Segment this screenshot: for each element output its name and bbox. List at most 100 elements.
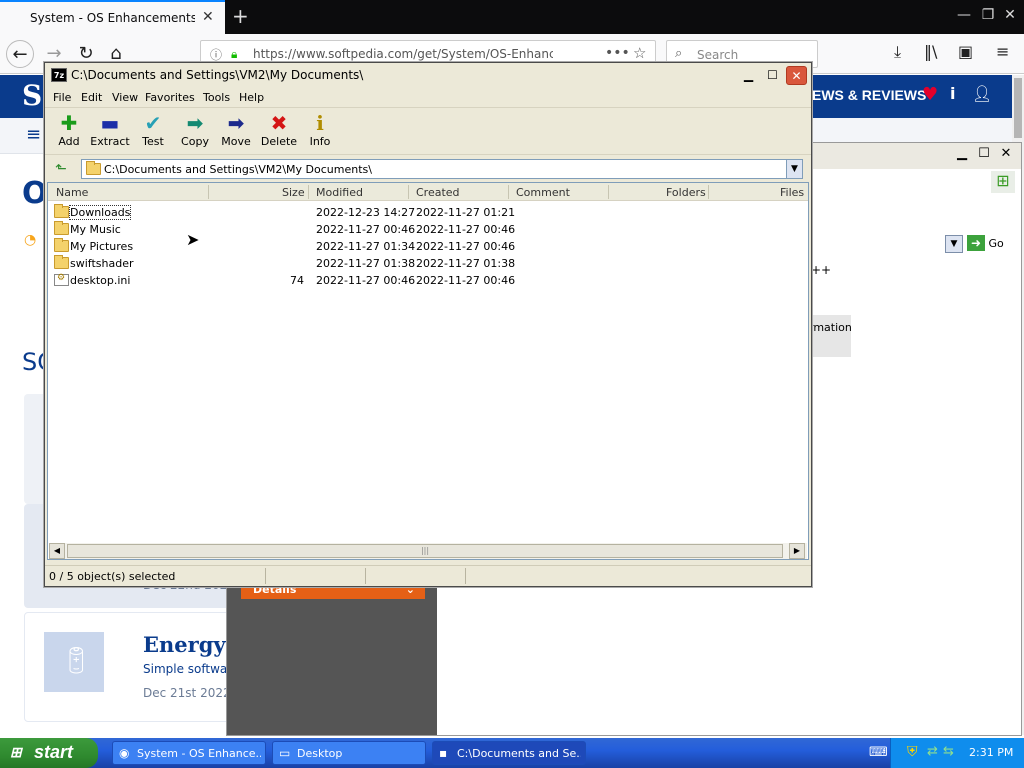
user-icon[interactable]: 👤︎ <box>972 84 992 103</box>
page-actions-icon[interactable]: ••• <box>605 45 630 61</box>
column-files[interactable]: Files <box>780 186 804 199</box>
folder-icon <box>54 204 69 218</box>
card-title[interactable]: Energy S <box>143 632 227 657</box>
browser-tab-title: System - OS Enhancements Downl <box>30 11 195 25</box>
horizontal-scrollbar[interactable]: ◀ ||| ▶ <box>49 543 807 559</box>
keyboard-icon[interactable]: ⌨ <box>869 745 888 760</box>
go-button[interactable]: ➜ Go <box>967 235 1019 253</box>
downloads-icon[interactable]: ⤓ <box>894 42 901 62</box>
taskbar-item-7zip[interactable]: ▪ C:\Documents and Se... <box>432 741 586 765</box>
maximize-icon[interactable]: ☐ <box>973 146 995 161</box>
status-text: 0 / 5 object(s) selected <box>49 570 176 583</box>
go-label: Go <box>988 237 1004 250</box>
hamburger-menu-icon[interactable]: ≡ <box>26 124 41 145</box>
extract-button[interactable]: ▬ Extract <box>90 111 130 153</box>
browser-restore-button[interactable]: ❐ <box>978 7 998 23</box>
column-divider[interactable] <box>708 185 709 199</box>
column-size[interactable]: Size <box>282 186 305 199</box>
menu-edit[interactable]: Edit <box>81 91 102 104</box>
list-item-my-pictures[interactable]: My Pictures 2022-11-27 01:34 2022-11-27 … <box>48 238 808 255</box>
column-created[interactable]: Created <box>416 186 460 199</box>
browser-close-button[interactable]: ✕ <box>1000 7 1020 23</box>
add-label: Add <box>58 135 80 148</box>
add-button[interactable]: ✚ Add <box>49 111 89 153</box>
address-combo[interactable]: C:\Documents and Settings\VM2\My Documen… <box>81 159 803 179</box>
column-divider[interactable] <box>308 185 309 199</box>
chevron-down-icon[interactable]: ▼ <box>945 235 963 253</box>
item-created: 2022-11-27 01:21 <box>416 206 516 219</box>
taskbar-item-firefox[interactable]: ◉ System - OS Enhance... <box>112 741 266 765</box>
close-icon[interactable]: ✕ <box>995 146 1017 161</box>
7zip-file-manager-window[interactable]: 7z C:\Documents and Settings\VM2\My Docu… <box>44 62 812 587</box>
info-button[interactable]: ⅰ Info <box>300 111 340 153</box>
menu-file[interactable]: File <box>53 91 71 104</box>
delete-button[interactable]: ✖ Delete <box>259 111 299 153</box>
column-divider[interactable] <box>508 185 509 199</box>
page-scrollbar-thumb[interactable] <box>1014 78 1022 138</box>
security-shield-icon[interactable]: ⛨ <box>907 744 918 760</box>
menu-help[interactable]: Help <box>239 91 264 104</box>
menu-icon[interactable]: ≡ <box>996 42 1009 61</box>
windows-flag-icon: ⊞ <box>10 744 22 760</box>
copy-button[interactable]: ➡ Copy <box>175 111 215 153</box>
menu-tools[interactable]: Tools <box>203 91 230 104</box>
folder-icon <box>54 221 69 235</box>
info-icon[interactable]: ⓘ <box>210 46 222 63</box>
news-reviews-link[interactable]: EWS & REVIEWS <box>812 87 926 103</box>
scroll-right-icon[interactable]: ▶ <box>789 543 805 559</box>
scroll-left-icon[interactable]: ◀ <box>49 543 65 559</box>
item-name: My Pictures <box>70 240 134 253</box>
menu-view[interactable]: View <box>112 91 138 104</box>
network-connection-icon[interactable]: ⇆ <box>943 744 954 759</box>
heart-icon[interactable]: ♥ <box>922 84 938 105</box>
list-item-my-music[interactable]: My Music 2022-11-27 00:46 2022-11-27 00:… <box>48 221 808 238</box>
window-titlebar[interactable]: 7z C:\Documents and Settings\VM2\My Docu… <box>45 63 811 88</box>
browser-minimize-button[interactable]: — <box>954 7 974 23</box>
tab-close-icon[interactable]: ✕ <box>202 9 214 25</box>
sidebar-icon[interactable]: ▣ <box>958 42 973 61</box>
network-icon[interactable]: ⇄ <box>927 744 938 759</box>
column-divider[interactable] <box>208 185 209 199</box>
taskbar-item-desktop[interactable]: ▭ Desktop <box>272 741 426 765</box>
column-divider[interactable] <box>608 185 609 199</box>
scrollbar-thumb[interactable]: ||| <box>67 544 783 558</box>
browser-tab[interactable]: System - OS Enhancements Downl ✕ <box>0 0 225 34</box>
info-icon[interactable]: i <box>950 84 955 103</box>
file-list[interactable]: Name Size Modified Created Comment Folde… <box>47 182 809 560</box>
item-created: 2022-11-27 00:46 <box>416 274 516 287</box>
search-placeholder: Search <box>697 48 739 62</box>
up-folder-icon[interactable]: ⬑ <box>51 159 71 179</box>
column-divider[interactable] <box>408 185 409 199</box>
battery-app-icon[interactable]: 🔋︎ <box>44 632 104 692</box>
new-tab-button[interactable]: + <box>232 4 249 28</box>
column-modified[interactable]: Modified <box>316 186 363 199</box>
item-name: desktop.ini <box>70 274 131 287</box>
item-modified: 2022-11-27 00:46 <box>316 223 416 236</box>
task-label: Desktop <box>297 747 343 760</box>
bookmark-star-icon[interactable]: ☆ <box>633 44 646 62</box>
item-modified: 2022-11-27 00:46 <box>316 274 416 287</box>
rss-icon[interactable]: ◔ <box>24 232 36 248</box>
close-button[interactable]: ✕ <box>786 66 807 85</box>
chevron-down-icon[interactable]: ▼ <box>786 160 802 178</box>
list-item-downloads[interactable]: Downloads 2022-12-23 14:27 2022-11-27 01… <box>48 204 808 221</box>
maximize-button[interactable]: ☐ <box>762 66 783 85</box>
minimize-button[interactable]: ▁ <box>738 66 759 85</box>
back-button[interactable]: ← <box>6 40 34 68</box>
column-comment[interactable]: Comment <box>516 186 570 199</box>
library-icon[interactable]: ‖\ <box>924 42 937 61</box>
start-button[interactable]: ⊞ start <box>0 738 98 768</box>
test-button[interactable]: ✔ Test <box>133 111 173 153</box>
menu-favorites[interactable]: Favorites <box>145 91 195 104</box>
list-item-swiftshader[interactable]: swiftshader 2022-11-27 01:38 2022-11-27 … <box>48 255 808 272</box>
site-logo[interactable]: S <box>22 79 42 112</box>
toolbar: ✚ Add ▬ Extract ✔ Test ➡ Copy ➡ Move ✖ D… <box>45 109 811 155</box>
column-name[interactable]: Name <box>56 186 88 199</box>
minimize-icon[interactable]: ▁ <box>951 146 973 161</box>
url-text: https://www.softpedia.com/get/System/OS-… <box>253 47 553 61</box>
list-item-desktop-ini[interactable]: desktop.ini 74 2022-11-27 00:46 2022-11-… <box>48 272 808 289</box>
column-folders[interactable]: Folders <box>666 186 706 199</box>
info-box-text: rmation <box>809 321 852 334</box>
move-button[interactable]: ➡ Move <box>216 111 256 153</box>
clock[interactable]: 2:31 PM <box>969 746 1013 759</box>
